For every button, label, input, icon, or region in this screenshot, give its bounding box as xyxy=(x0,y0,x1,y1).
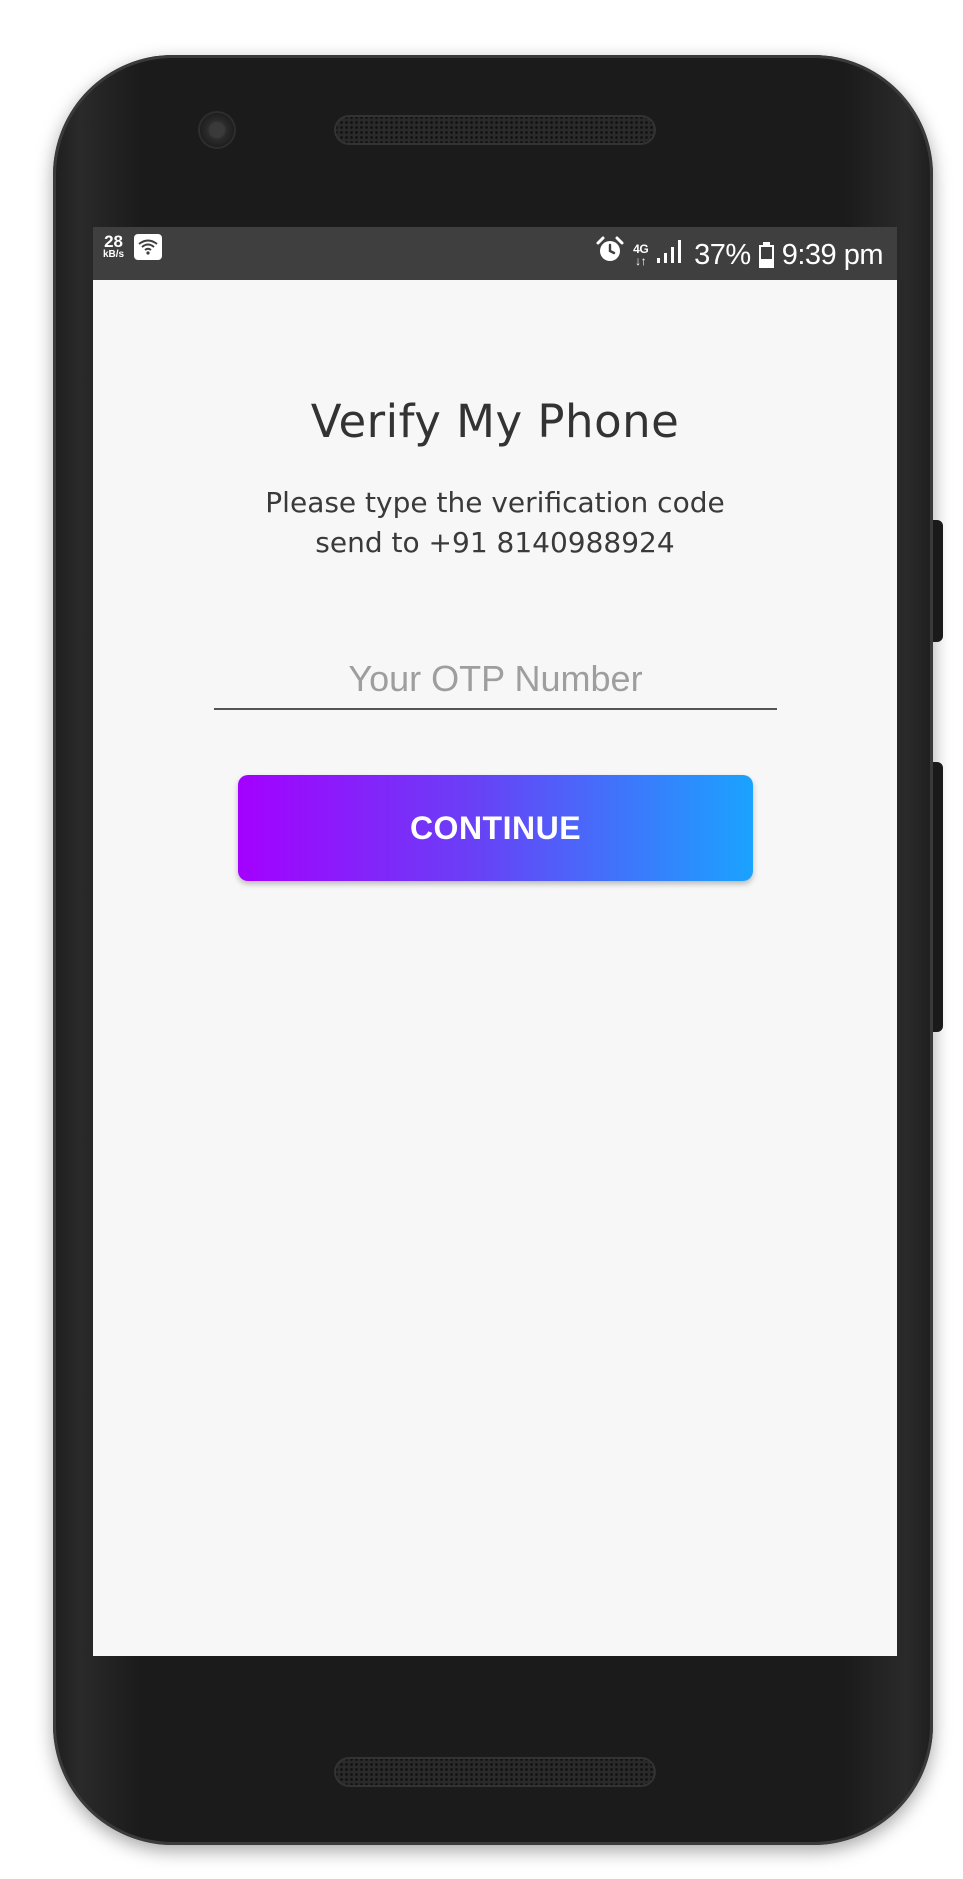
instructions-line-2: send to +91 8140988924 xyxy=(315,526,675,559)
volume-rocker[interactable] xyxy=(933,762,943,1032)
continue-button[interactable]: CONTINUE xyxy=(238,775,753,881)
network-speed-value: 28 xyxy=(104,232,124,251)
status-right: 4G ↓↑ 37% 9:39 pm xyxy=(595,235,884,274)
verification-instructions: Please type the verification code send t… xyxy=(93,483,897,563)
instructions-line-1: Please type the verification code xyxy=(265,486,725,519)
network-activity-arrows: ↓↑ xyxy=(635,253,647,268)
page-title: Verify My Phone xyxy=(310,395,680,448)
front-camera xyxy=(200,113,234,147)
status-left: 28 kB/s xyxy=(103,233,163,260)
clock-time: 9:39 pm xyxy=(781,238,884,271)
battery-percent: 37% xyxy=(694,238,751,271)
earpiece-speaker xyxy=(334,115,656,145)
bottom-speaker xyxy=(334,1757,656,1787)
alarm-icon xyxy=(595,235,625,274)
network-speed-unit: kB/s xyxy=(103,249,125,260)
network-speed-indicator: 28 kB/s xyxy=(103,233,124,260)
power-button[interactable] xyxy=(933,520,943,642)
phone-screen: 28 kB/s 4G ↓↑ 37% 9:39 pm Verify My Phon… xyxy=(93,227,897,1656)
battery-icon xyxy=(758,241,774,268)
status-bar: 28 kB/s 4G ↓↑ 37% 9:39 pm xyxy=(93,227,897,280)
signal-icon xyxy=(656,237,686,273)
network-type-label: 4G xyxy=(633,241,649,256)
otp-input[interactable] xyxy=(214,650,777,710)
network-type-indicator: 4G ↓↑ xyxy=(633,241,649,268)
wifi-icon xyxy=(134,233,163,260)
